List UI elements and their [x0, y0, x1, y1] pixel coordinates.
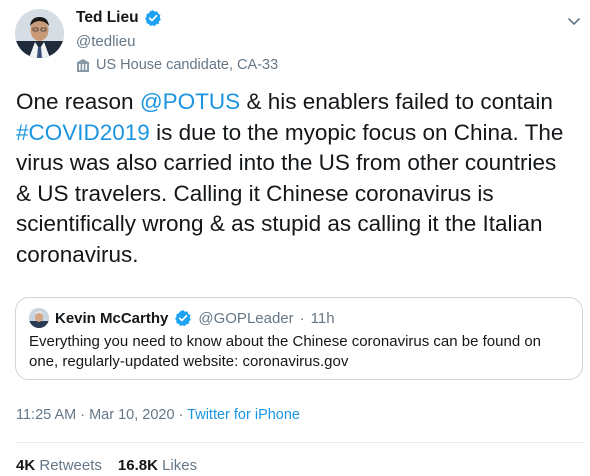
tweet-metadata: 11:25 AM · Mar 10, 2020 · Twitter for iP…	[16, 407, 300, 423]
label-building-icon	[76, 58, 90, 72]
account-label: US House candidate, CA-33	[76, 57, 278, 73]
author-avatar[interactable]	[15, 9, 64, 58]
mention-link[interactable]: @POTUS	[140, 89, 240, 114]
verified-badge-icon	[175, 310, 192, 327]
likes-stat[interactable]: 16.8K Likes	[118, 457, 197, 474]
quoted-tweet-text: Everything you need to know about the Ch…	[29, 333, 542, 370]
chevron-down-icon[interactable]	[566, 13, 582, 29]
tweet-text-part: & his enablers failed to contain	[240, 89, 553, 114]
tweet-stats: 4K Retweets 16.8K Likes	[16, 457, 197, 474]
author-handle[interactable]: @tedlieu	[76, 33, 135, 50]
author-name[interactable]: Ted Lieu	[76, 9, 139, 27]
likes-count: 16.8K	[117, 457, 158, 474]
quoted-tweet-header: Kevin McCarthy @GOPLeader · 11h	[29, 308, 335, 328]
quoted-tweet[interactable]: Kevin McCarthy @GOPLeader · 11h Everythi…	[15, 297, 583, 380]
meta-separator: ·	[174, 407, 188, 423]
divider	[15, 442, 585, 443]
tweet-date[interactable]: Mar 10, 2020	[89, 407, 174, 423]
retweets-count: 4K	[16, 457, 36, 474]
tweet-time[interactable]: 11:25 AM	[16, 407, 76, 423]
quoted-author-handle: @GOPLeader	[198, 309, 294, 327]
quoted-separator: ·	[299, 309, 305, 327]
tweet-text-part: One reason	[16, 89, 140, 114]
quoted-timestamp: 11h	[310, 309, 335, 327]
meta-separator: ·	[76, 407, 90, 423]
author-name-row[interactable]: Ted Lieu	[76, 9, 162, 27]
tweet-text: One reason @POTUS & his enablers failed …	[16, 87, 576, 271]
quoted-author-name: Kevin McCarthy	[55, 309, 169, 327]
retweets-stat[interactable]: 4K Retweets	[16, 457, 102, 474]
verified-badge-icon	[144, 10, 161, 27]
likes-label: Likes	[162, 457, 198, 474]
tweet-source-link[interactable]: Twitter for iPhone	[187, 407, 300, 423]
hashtag-link[interactable]: #COVID2019	[16, 120, 150, 145]
quoted-author-avatar	[29, 308, 49, 328]
account-label-text: US House candidate, CA-33	[96, 57, 279, 73]
retweets-label: Retweets	[39, 457, 102, 474]
